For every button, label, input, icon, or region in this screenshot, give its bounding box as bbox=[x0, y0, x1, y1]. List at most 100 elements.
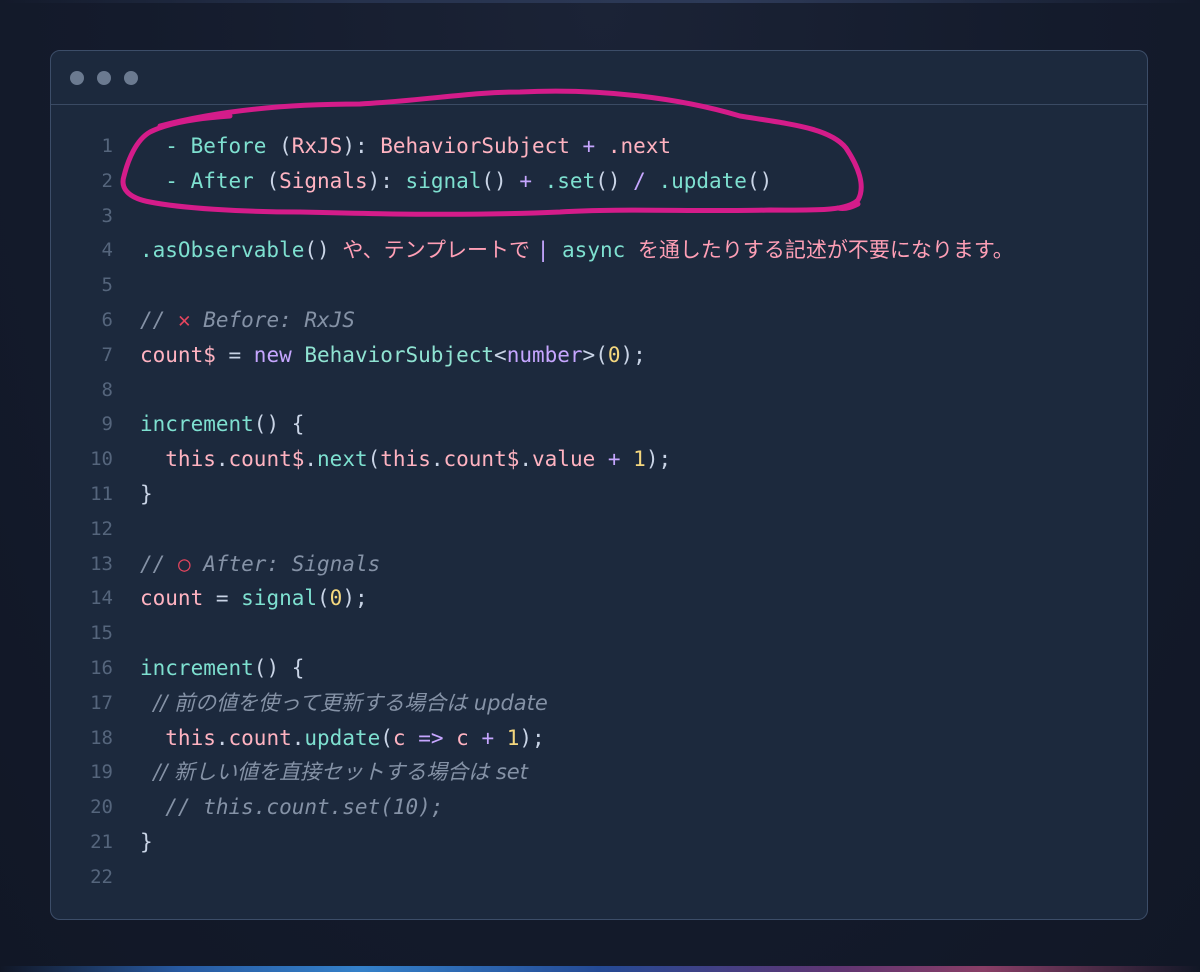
code-line[interactable]: 7 count$ = new BehaviorSubject<number>(0)… bbox=[51, 338, 1147, 373]
line-number: 14 bbox=[90, 587, 113, 610]
code-text: // ○ After: Signals bbox=[140, 547, 380, 582]
code-line[interactable]: 8 bbox=[51, 373, 1147, 408]
code-token: After: Signals bbox=[190, 551, 381, 576]
code-line[interactable]: 1 - Before (RxJS): BehaviorSubject + .ne… bbox=[51, 129, 1147, 164]
code-text: // ✕ Before: RxJS bbox=[140, 303, 355, 338]
code-line[interactable]: 19 // 新しい値を直接セットする場合は set bbox=[51, 755, 1147, 790]
code-line[interactable]: 17 // 前の値を使って更新する場合は update bbox=[51, 686, 1147, 721]
line-number: 7 bbox=[101, 343, 113, 366]
code-token: 0 bbox=[607, 342, 621, 367]
code-token: count$ bbox=[443, 447, 520, 472]
code-token: ); bbox=[620, 342, 646, 367]
code-token: | bbox=[536, 238, 563, 263]
code-token: BehaviorSubject bbox=[304, 342, 495, 367]
code-token: ): bbox=[342, 134, 381, 158]
code-token: // 新しい値を直接セットする場合は set bbox=[140, 760, 528, 785]
code-token: update bbox=[304, 725, 381, 750]
code-line[interactable]: 14 count = signal(0); bbox=[51, 581, 1147, 616]
code-line[interactable]: 16 increment() { bbox=[51, 651, 1147, 686]
code-token: Signals bbox=[279, 168, 368, 193]
code-token: + bbox=[468, 725, 507, 750]
code-token: () bbox=[746, 168, 773, 193]
code-text: increment() { bbox=[140, 651, 304, 686]
line-number: 22 bbox=[90, 865, 113, 888]
code-token: ( bbox=[380, 725, 393, 750]
code-editor[interactable]: 1 - Before (RxJS): BehaviorSubject + .ne… bbox=[51, 129, 1147, 895]
code-line[interactable]: 4 .asObservable() や、テンプレートで | async を通したり… bbox=[51, 233, 1147, 268]
code-text: // this.count.set(10); bbox=[140, 790, 443, 825]
line-number: 8 bbox=[101, 378, 113, 401]
code-line[interactable]: 11} bbox=[51, 477, 1147, 512]
code-token: next bbox=[317, 447, 368, 472]
line-number: 10 bbox=[90, 448, 113, 471]
code-text: count$ = new BehaviorSubject<number>(0); bbox=[140, 338, 646, 373]
code-text: - Before (RxJS): BehaviorSubject + .next bbox=[140, 129, 671, 164]
code-token: 1 bbox=[506, 725, 520, 750]
code-line[interactable]: 10 this.count$.next(this.count$.value + … bbox=[51, 442, 1147, 477]
code-line[interactable]: 3 bbox=[51, 199, 1147, 234]
code-text: // 前の値を使って更新する場合は update bbox=[140, 686, 548, 721]
code-token: number bbox=[506, 342, 583, 367]
code-text: // 新しい値を直接セットする場合は set bbox=[140, 755, 528, 790]
code-token: // bbox=[140, 551, 178, 576]
code-text: this.count.update(c => c + 1); bbox=[140, 721, 544, 756]
code-token: c bbox=[392, 725, 406, 750]
code-line[interactable]: 6 // ✕ Before: RxJS bbox=[51, 303, 1147, 338]
code-line[interactable]: 13 // ○ After: Signals bbox=[51, 547, 1147, 582]
code-token: + bbox=[595, 447, 634, 472]
line-number: 9 bbox=[101, 413, 113, 436]
code-text: - After (Signals): signal() + .set() / .… bbox=[140, 164, 772, 199]
code-line[interactable]: 9 increment() { bbox=[51, 407, 1147, 442]
code-token: () { bbox=[253, 412, 305, 437]
line-number: 20 bbox=[90, 796, 113, 819]
code-token: signal bbox=[405, 168, 482, 193]
code-token: - Before bbox=[140, 134, 280, 158]
top-glow bbox=[0, 0, 1200, 3]
window-titlebar bbox=[51, 51, 1147, 105]
code-line[interactable]: 12 bbox=[51, 512, 1147, 547]
code-text: } bbox=[140, 477, 153, 512]
code-token: RxJS bbox=[291, 134, 343, 158]
code-line[interactable]: 21} bbox=[51, 825, 1147, 860]
code-token: => bbox=[405, 725, 457, 750]
code-token: // 前の値を使って更新する場合は update bbox=[140, 690, 548, 715]
code-token: Before: RxJS bbox=[190, 307, 355, 332]
code-line[interactable]: 15 bbox=[51, 616, 1147, 651]
code-token: .next bbox=[607, 134, 672, 158]
code-token: this bbox=[140, 725, 216, 750]
code-line[interactable]: 5 bbox=[51, 268, 1147, 303]
code-token: // this.count.set(10); bbox=[140, 795, 444, 820]
code-token: count bbox=[228, 725, 292, 750]
line-number: 13 bbox=[90, 552, 113, 575]
code-line[interactable]: 22 bbox=[51, 860, 1147, 895]
code-token: + bbox=[569, 134, 608, 158]
code-token: / bbox=[633, 168, 659, 193]
code-token: や、テンプレートで bbox=[342, 238, 537, 263]
code-token: } bbox=[140, 481, 153, 506]
code-token: () bbox=[304, 238, 343, 263]
code-token: ○ bbox=[177, 551, 191, 576]
code-token: ( bbox=[266, 168, 280, 193]
code-token: .update bbox=[658, 168, 747, 193]
code-token: ); bbox=[645, 447, 672, 472]
line-number: 5 bbox=[101, 274, 113, 297]
line-number: 2 bbox=[101, 169, 113, 192]
code-line[interactable]: 20 // this.count.set(10); bbox=[51, 790, 1147, 825]
window-dot-icon[interactable] bbox=[70, 71, 84, 85]
window-dot-icon[interactable] bbox=[124, 71, 138, 85]
code-token: . bbox=[291, 725, 305, 750]
window-dot-icon[interactable] bbox=[97, 71, 111, 85]
code-token: .asObservable bbox=[140, 238, 305, 263]
code-token: count bbox=[140, 586, 204, 611]
code-token: this bbox=[380, 447, 431, 472]
code-token: ✕ bbox=[177, 307, 191, 332]
code-text: .asObservable() や、テンプレートで | async を通したりす… bbox=[140, 233, 1014, 268]
code-line[interactable]: 18 this.count.update(c => c + 1); bbox=[51, 721, 1147, 756]
code-token: async bbox=[562, 238, 638, 263]
code-text: } bbox=[140, 825, 153, 860]
code-text: increment() { bbox=[140, 407, 304, 442]
line-number: 19 bbox=[90, 761, 113, 784]
code-token: + bbox=[519, 168, 545, 193]
line-number: 18 bbox=[90, 726, 113, 749]
code-line[interactable]: 2 - After (Signals): signal() + .set() /… bbox=[51, 164, 1147, 199]
